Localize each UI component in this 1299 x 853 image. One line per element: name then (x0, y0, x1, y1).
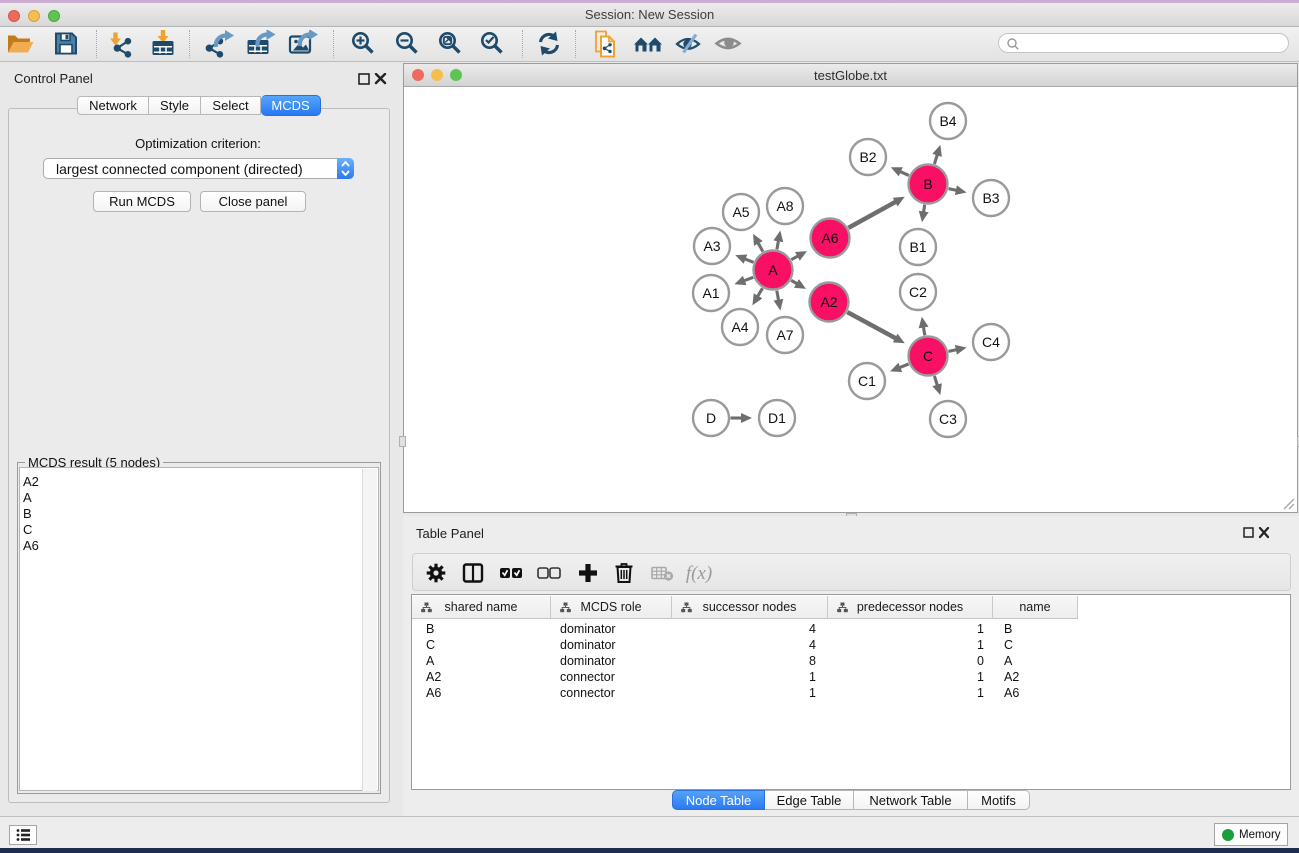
svg-text:A4: A4 (731, 319, 748, 335)
svg-text:C4: C4 (982, 334, 1000, 350)
svg-text:C1: C1 (858, 373, 876, 389)
svg-text:B1: B1 (909, 239, 926, 255)
svg-text:A5: A5 (732, 204, 749, 220)
svg-text:B: B (923, 176, 932, 192)
svg-text:A6: A6 (821, 230, 838, 246)
svg-text:A8: A8 (776, 198, 793, 214)
svg-text:A1: A1 (702, 285, 719, 301)
svg-text:A: A (768, 262, 778, 278)
svg-text:C: C (923, 348, 933, 364)
svg-text:B4: B4 (939, 113, 956, 129)
svg-text:D1: D1 (768, 410, 786, 426)
svg-text:A3: A3 (703, 238, 720, 254)
svg-text:A2: A2 (820, 294, 837, 310)
svg-text:B2: B2 (859, 149, 876, 165)
svg-text:C2: C2 (909, 284, 927, 300)
svg-text:D: D (706, 410, 716, 426)
svg-text:A7: A7 (776, 327, 793, 343)
svg-text:B3: B3 (982, 190, 999, 206)
svg-text:f(x): f(x) (686, 563, 712, 584)
svg-text:C3: C3 (939, 411, 957, 427)
